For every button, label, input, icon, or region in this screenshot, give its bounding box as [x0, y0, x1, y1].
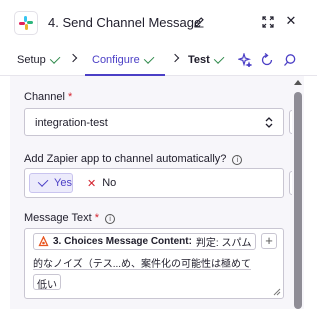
required-mark: *: [68, 91, 73, 103]
message-text-label: Message Text * i: [24, 212, 116, 224]
tab-configure[interactable]: Configure: [92, 53, 155, 66]
select-updown-icon: [265, 117, 273, 128]
check-icon: [37, 176, 49, 187]
step-header: 4. Send Channel Message ✕: [0, 0, 317, 44]
add-app-toggle: Yes ✕ No: [24, 168, 284, 198]
pill-value-end: 低い: [33, 274, 61, 291]
sparkle-icon[interactable]: [236, 51, 254, 69]
tab-test[interactable]: Test: [188, 53, 225, 66]
option-yes[interactable]: Yes: [29, 173, 73, 193]
check-icon: [143, 53, 155, 64]
tab-setup[interactable]: Setup: [17, 53, 61, 66]
check-icon: [213, 53, 225, 64]
pill-value: 判定: スパム: [195, 238, 252, 249]
tab-test-label: Test: [188, 54, 210, 66]
channel-label: Channel *: [24, 91, 72, 103]
x-icon: ✕: [87, 177, 97, 190]
option-no[interactable]: ✕ No: [87, 173, 116, 193]
message-text-label-text: Message Text: [24, 212, 92, 224]
slack-icon: [14, 11, 38, 35]
mapped-field-pill[interactable]: 3. Choices Message Content: 判定: スパム: [33, 233, 257, 250]
chevron-right-icon: [68, 53, 78, 63]
search-icon[interactable]: [281, 51, 299, 69]
scroll-up-arrow-icon[interactable]: [294, 80, 302, 85]
tab-setup-label: Setup: [17, 54, 46, 66]
info-icon[interactable]: i: [105, 214, 116, 224]
resize-handle-icon[interactable]: [273, 288, 281, 296]
tab-configure-label: Configure: [92, 54, 140, 66]
check-icon: [49, 53, 61, 64]
add-app-label-text: Add Zapier app to channel automatically?: [24, 153, 227, 165]
step-tabs: Setup Configure Test: [0, 44, 317, 76]
info-icon[interactable]: i: [232, 155, 243, 165]
channel-label-text: Channel: [24, 91, 65, 103]
insert-data-button[interactable]: +: [261, 233, 277, 249]
openai-icon: [38, 236, 49, 247]
step-title: 4. Send Channel Message: [48, 15, 202, 30]
chevron-right-icon: [170, 53, 180, 63]
configure-panel: Channel * integration-test Add Zapier ap…: [10, 76, 301, 309]
scrollbar-thumb[interactable]: [294, 92, 302, 309]
option-yes-label: Yes: [54, 177, 72, 189]
channel-value: integration-test: [35, 117, 108, 129]
expand-icon[interactable]: [262, 16, 274, 28]
pill-label: 3. Choices Message Content:: [53, 236, 192, 247]
pill-value-continued: 的なノイズ（テス...め、案件化の可能性は極めて: [33, 255, 252, 270]
close-icon[interactable]: ✕: [285, 14, 297, 27]
add-app-label: Add Zapier app to channel automatically?…: [24, 153, 243, 165]
option-no-label: No: [102, 177, 117, 189]
required-mark: *: [94, 212, 100, 224]
pencil-icon[interactable]: [193, 16, 205, 28]
refresh-icon[interactable]: [258, 51, 276, 69]
channel-select[interactable]: integration-test: [24, 108, 284, 136]
message-text-input[interactable]: 3. Choices Message Content: 判定: スパム 的なノイ…: [24, 228, 284, 299]
